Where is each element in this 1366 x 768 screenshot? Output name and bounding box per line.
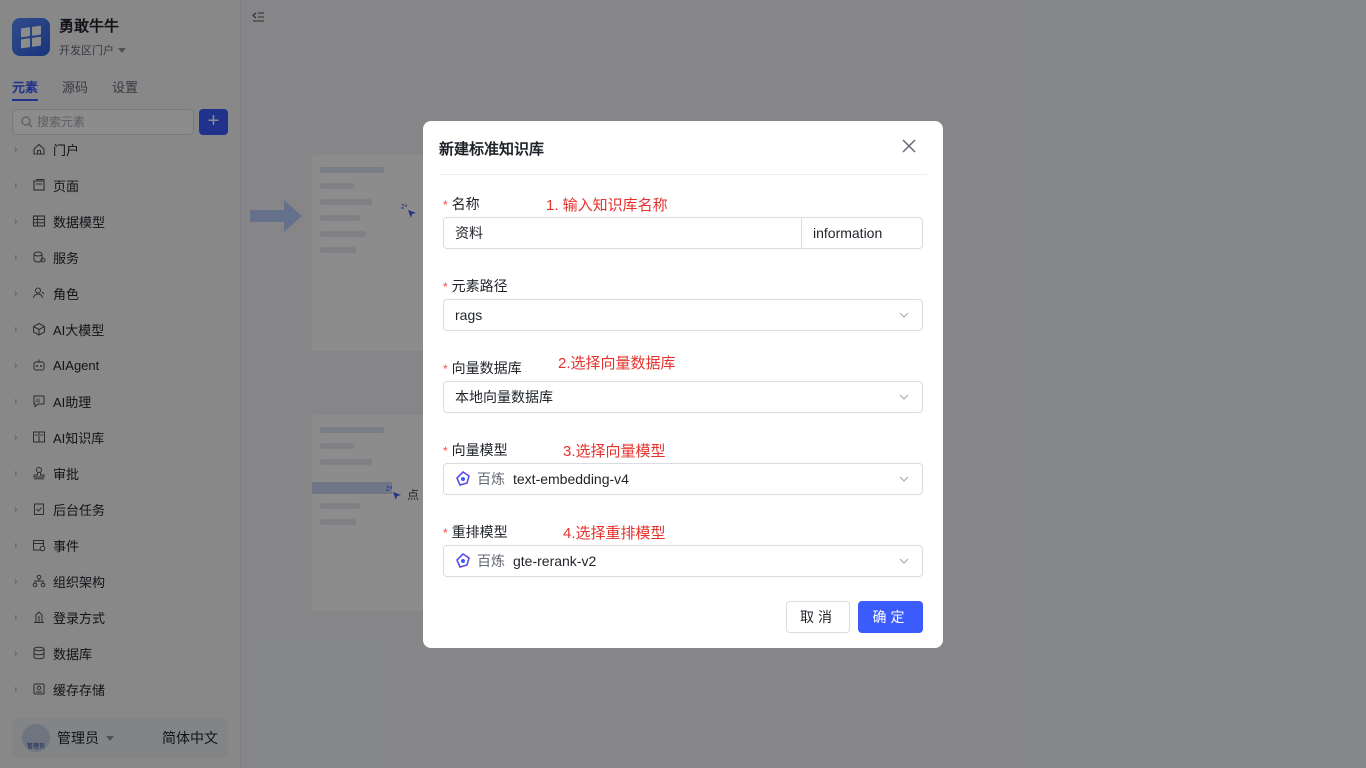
vector-db-label: * 向量数据库 — [443, 360, 522, 376]
bailian-logo-icon — [456, 471, 470, 486]
close-icon[interactable] — [901, 138, 917, 154]
chevron-down-icon — [899, 558, 909, 564]
rerank-model-value: gte-rerank-v2 — [513, 553, 597, 569]
vector-db-select-value: 本地向量数据库 — [455, 389, 553, 405]
required-mark-icon: * — [443, 280, 448, 294]
vector-model-label: * 向量模型 — [443, 442, 508, 458]
name-input[interactable]: 资料 information — [443, 217, 923, 249]
required-mark-icon: * — [443, 526, 448, 540]
dialog-title: 新建标准知识库 — [439, 141, 545, 158]
vector-model-provider: 百炼 — [477, 471, 505, 487]
bailian-logo-icon — [456, 553, 470, 568]
name-input-value: 资料 — [455, 225, 483, 241]
vector-db-select[interactable]: 本地向量数据库 — [443, 381, 923, 413]
required-mark-icon: * — [443, 444, 448, 458]
rerank-model-provider: 百炼 — [477, 553, 505, 569]
vector-model-select[interactable]: 百炼 text-embedding-v4 — [443, 463, 923, 495]
annotation-step-4: 4.选择重排模型 — [563, 525, 666, 542]
required-mark-icon: * — [443, 198, 448, 212]
chevron-down-icon — [899, 312, 909, 318]
name-code-input[interactable]: information — [801, 218, 922, 248]
path-label: * 元素路径 — [443, 278, 508, 294]
confirm-button[interactable]: 确定 — [858, 601, 923, 633]
vector-model-value: text-embedding-v4 — [513, 471, 629, 487]
rerank-model-select[interactable]: 百炼 gte-rerank-v2 — [443, 545, 923, 577]
create-knowledge-base-dialog: 新建标准知识库 * 名称 1. 输入知识库名称 资料 information * 元… — [423, 121, 943, 648]
path-select[interactable]: rags — [443, 299, 923, 331]
chevron-down-icon — [899, 394, 909, 400]
name-label: * 名称 — [443, 196, 480, 212]
path-select-value: rags — [455, 307, 483, 323]
annotation-step-2: 2.选择向量数据库 — [558, 355, 676, 372]
chevron-down-icon — [899, 476, 909, 482]
annotation-step-1: 1. 输入知识库名称 — [546, 197, 668, 214]
cancel-button[interactable]: 取消 — [786, 601, 850, 633]
required-mark-icon: * — [443, 362, 448, 376]
rerank-model-label: * 重排模型 — [443, 524, 508, 540]
annotation-step-3: 3.选择向量模型 — [563, 443, 666, 460]
dialog-divider — [439, 174, 927, 175]
